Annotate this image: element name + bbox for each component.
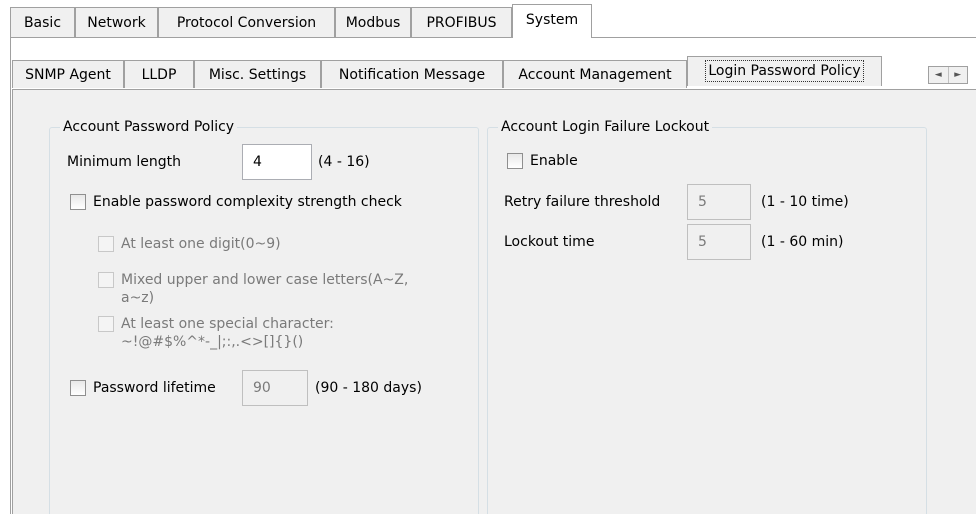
tab-protocol-conversion[interactable]: Protocol Conversion	[158, 7, 335, 37]
scroll-left-icon[interactable]: ◄	[929, 67, 949, 83]
login-password-policy-panel: Account Password Policy Minimum length 4…	[12, 89, 976, 514]
lifetime-label: Password lifetime	[93, 380, 216, 396]
mixed-case-label-line2: a~z)	[121, 290, 155, 306]
special-char-label-line2: ~!@#$%^*-_|;:,.<>[]{}()	[121, 334, 304, 350]
lockout-time-input[interactable]: 5	[687, 224, 751, 260]
retry-threshold-range: (1 - 10 time)	[761, 194, 849, 210]
retry-threshold-input[interactable]: 5	[687, 184, 751, 220]
tab-profibus[interactable]: PROFIBUS	[411, 7, 512, 37]
min-length-input[interactable]: 4	[242, 144, 312, 180]
special-char-checkbox[interactable]	[98, 316, 114, 332]
complexity-checkbox[interactable]	[70, 194, 86, 210]
tab-notification-message[interactable]: Notification Message	[321, 60, 503, 88]
digit-label: At least one digit(0~9)	[121, 236, 281, 252]
complexity-label: Enable password complexity strength chec…	[93, 194, 402, 210]
tab-misc-settings[interactable]: Misc. Settings	[194, 60, 321, 88]
tab-login-password-policy[interactable]: Login Password Policy	[687, 56, 882, 86]
lifetime-checkbox[interactable]	[70, 380, 86, 396]
special-char-label-line1: At least one special character:	[121, 316, 334, 332]
mixed-case-checkbox[interactable]	[98, 272, 114, 288]
scroll-right-icon[interactable]: ►	[949, 67, 968, 83]
tab-account-management[interactable]: Account Management	[503, 60, 687, 88]
tab-login-password-policy-label: Login Password Policy	[705, 60, 864, 82]
min-length-label: Minimum length	[67, 154, 181, 170]
lockout-time-label: Lockout time	[504, 234, 595, 250]
tab-scroll-buttons: ◄ ►	[928, 66, 968, 84]
lifetime-range: (90 - 180 days)	[315, 380, 422, 396]
tab-system[interactable]: System	[512, 4, 592, 38]
tab-bar-divider	[10, 37, 976, 38]
tab-basic[interactable]: Basic	[10, 7, 75, 37]
tab-network[interactable]: Network	[75, 7, 158, 37]
lockout-enable-label: Enable	[530, 153, 578, 169]
retry-threshold-label: Retry failure threshold	[504, 194, 661, 210]
group-title: Account Login Failure Lockout	[498, 118, 713, 136]
lifetime-input[interactable]: 90	[242, 370, 308, 406]
lockout-enable-checkbox[interactable]	[507, 153, 523, 169]
tab-modbus[interactable]: Modbus	[335, 7, 411, 37]
group-title: Account Password Policy	[60, 118, 238, 136]
lockout-time-range: (1 - 60 min)	[761, 234, 844, 250]
mixed-case-label-line1: Mixed upper and lower case letters(A~Z,	[121, 272, 409, 288]
digit-checkbox[interactable]	[98, 236, 114, 252]
tab-lldp[interactable]: LLDP	[124, 60, 194, 88]
tab-snmp-agent[interactable]: SNMP Agent	[12, 60, 124, 88]
min-length-range: (4 - 16)	[318, 154, 370, 170]
